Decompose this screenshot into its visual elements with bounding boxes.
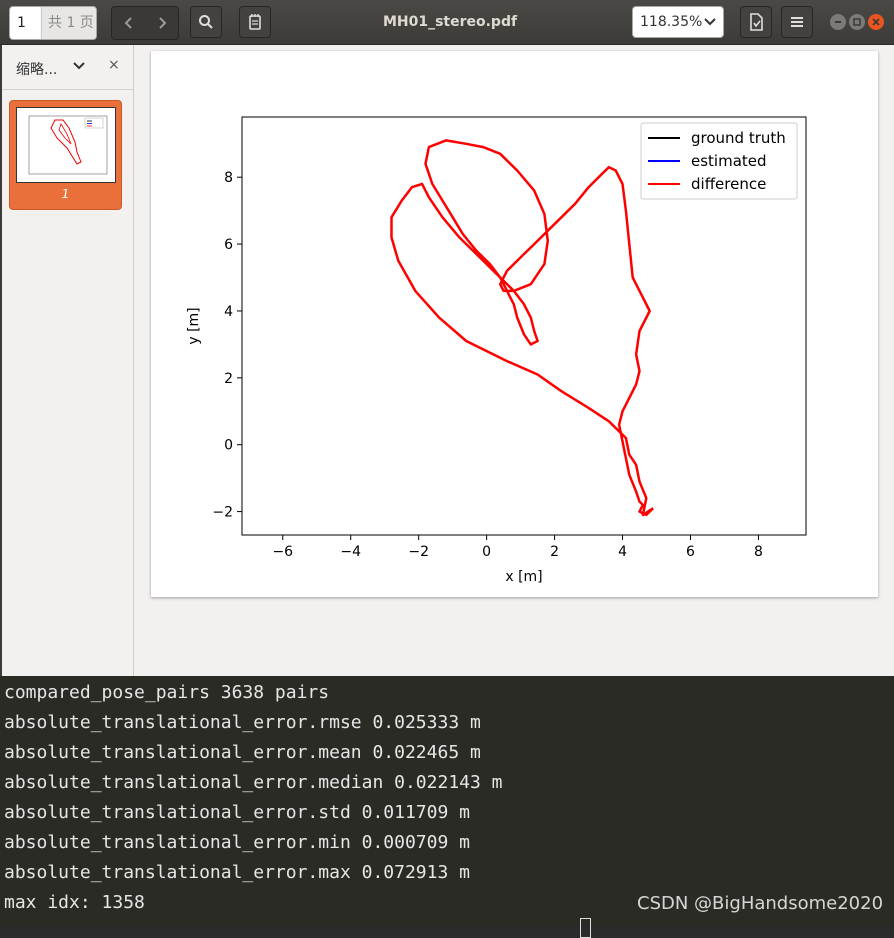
chevron-left-icon: [124, 17, 132, 29]
terminal-line: absolute_translational_error.mean 0.0224…: [4, 742, 481, 763]
minimize-icon: [835, 21, 841, 23]
thumbnail-page-label: 1: [61, 187, 70, 201]
trajectory-chart: −6 −4 −2 0 2 4 6 8 −2 0 2 4 6 8 x [m] y [m] ground tr…: [186, 116, 807, 585]
close-window-button[interactable]: [868, 14, 884, 30]
thumbnail-chart-image: [28, 115, 108, 175]
terminal-line: max idx: 1358: [4, 892, 145, 913]
x-axis-label: x [m]: [505, 569, 542, 585]
pdf-viewer-window: 1 共 1 页 MH01_stereo.pdf 118.35% 缩略... × …: [0, 0, 894, 676]
save-document-button[interactable]: [740, 6, 772, 38]
watermark: CSDN @BigHandsome2020: [637, 893, 884, 914]
sidebar-title[interactable]: 缩略...: [16, 59, 57, 79]
y-tick-label: 4: [224, 304, 233, 320]
terminal-line: compared_pose_pairs 3638 pairs: [4, 682, 330, 703]
chevron-down-icon[interactable]: [72, 59, 86, 73]
zoom-value: 118.35%: [640, 14, 703, 30]
terminal-line: absolute_translational_error.std 0.01170…: [4, 802, 470, 823]
y-axis-label: y [m]: [186, 307, 202, 344]
header-bar: 1 共 1 页 MH01_stereo.pdf 118.35%: [0, 0, 894, 45]
legend-label-estimated: estimated: [691, 152, 767, 170]
document-view[interactable]: −6 −4 −2 0 2 4 6 8 −2 0 2 4 6 8 x [m] y [m] ground tr…: [135, 45, 894, 676]
x-tick-label: −2: [408, 544, 429, 560]
annotations-button[interactable]: [239, 6, 271, 38]
x-tick-label: 8: [754, 544, 763, 560]
maximize-icon: [853, 18, 861, 26]
legend: ground truth estimated difference: [640, 122, 798, 200]
search-icon: [199, 15, 213, 29]
pdf-page: −6 −4 −2 0 2 4 6 8 −2 0 2 4 6 8 x [m] y [m] ground tr…: [151, 51, 878, 597]
terminal-line: absolute_translational_error.min 0.00070…: [4, 832, 470, 853]
x-tick-label: 0: [482, 544, 491, 560]
sidebar-header: 缩略... ×: [2, 45, 134, 90]
terminal-line: absolute_translational_error.max 0.07291…: [4, 862, 470, 883]
x-tick-label: 4: [618, 544, 627, 560]
page-selector[interactable]: 1 共 1 页: [9, 6, 97, 40]
next-page-button[interactable]: [145, 7, 178, 39]
x-tick-label: 2: [550, 544, 559, 560]
y-tick-label: 2: [224, 371, 233, 387]
chevron-down-icon: [704, 18, 716, 26]
terminal-line: absolute_translational_error.median 0.02…: [4, 772, 503, 793]
annotations-icon: [249, 14, 261, 30]
thumbnail-preview: [16, 107, 116, 183]
y-tick-label: 8: [224, 170, 233, 186]
y-tick-label: −2: [212, 505, 233, 521]
x-tick-label: −6: [272, 544, 293, 560]
legend-label-ground-truth: ground truth: [691, 129, 786, 147]
page-number-input[interactable]: 1: [10, 7, 40, 39]
sidebar: 缩略... × 1: [0, 45, 134, 676]
maximize-button[interactable]: [849, 14, 865, 30]
previous-page-button[interactable]: [112, 7, 145, 39]
minimize-button[interactable]: [830, 14, 846, 30]
terminal-output[interactable]: compared_pose_pairs 3638 pairs absolute_…: [0, 676, 894, 938]
terminal-line: absolute_translational_error.rmse 0.0253…: [4, 712, 481, 733]
chevron-right-icon: [158, 17, 166, 29]
legend-label-difference: difference: [691, 175, 766, 193]
page-thumbnail[interactable]: 1: [9, 100, 122, 210]
close-icon: [872, 18, 880, 26]
page-total-label: 共 1 页: [41, 7, 96, 39]
sidebar-close-button[interactable]: ×: [108, 57, 120, 73]
y-tick-label: 6: [224, 237, 233, 253]
x-tick-label: 6: [686, 544, 695, 560]
window-title: MH01_stereo.pdf: [382, 14, 518, 30]
menu-button[interactable]: [781, 6, 813, 38]
page-navigation: [111, 6, 179, 40]
menu-icon: [791, 17, 803, 27]
search-button[interactable]: [190, 6, 222, 38]
zoom-select[interactable]: 118.35%: [632, 6, 724, 38]
save-document-icon: [750, 13, 763, 31]
terminal-cursor: [580, 918, 591, 938]
difference-trajectory-line: [390, 139, 654, 517]
x-tick-label: −4: [340, 544, 361, 560]
y-tick-label: 0: [224, 438, 233, 454]
